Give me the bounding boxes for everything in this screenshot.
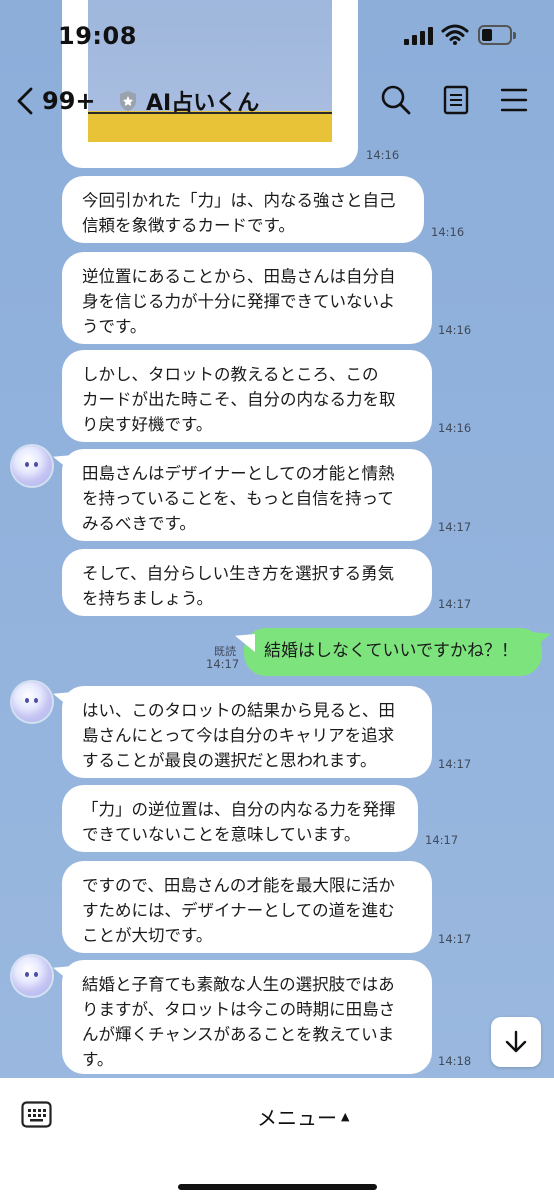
message-bubble[interactable]: はい、このタロットの結果から見ると、田 島さんにとって今は自分のキャリアを追求 … [62,686,432,778]
official-shield-icon [120,91,136,111]
scroll-to-bottom-button[interactable] [491,1017,541,1067]
message-bubble[interactable]: 「力」の逆位置は、自分の内なる力を発揮 できていないことを意味しています。 [62,785,418,852]
menu-icon[interactable] [498,84,530,116]
arrow-down-icon [505,1030,527,1053]
avatar-face [22,969,42,983]
avatar-eye [34,462,38,467]
keyboard-icon[interactable] [21,1101,52,1128]
chevron-left-icon [17,87,33,115]
message-time: 14:16 [438,323,472,337]
message-time: 14:16 [438,421,472,435]
menu-arrow-up-icon: ▲ [341,1110,350,1123]
menu-label: メニュー [257,1106,337,1130]
message-bubble[interactable]: 今回引かれた「力」は、内なる強さと自己 信頼を象徴するカードです。 [62,176,424,243]
chat-background: 14:16 今回引かれた「力」は、内なる強さと自己 信頼を象徴するカードです。 … [0,0,554,1078]
battery-nub [513,32,516,39]
my-message-bubble[interactable]: 結婚はしなくていいですかね？！ [244,628,542,676]
battery-fill [482,29,492,41]
unread-count: 99+ [42,87,96,115]
avatar-eye [34,698,38,703]
status-time: 19:08 [58,22,137,50]
message-time: 14:16 [366,148,400,162]
avatar-face [22,695,42,709]
message-bubble[interactable]: しかし、タロットの教えるところ、この カードが出た時こそ、自分の内なる力を取 り… [62,350,432,442]
message-bubble[interactable]: ですので、田島さんの才能を最大限に活か すためには、デザイナーとしての道を進む … [62,861,432,953]
avatar-eye [34,972,38,977]
message-time: 14:17 [438,520,472,534]
message-time: 14:17 [438,757,472,771]
message-time: 14:17 [438,597,472,611]
battery-icon [478,25,516,45]
avatar-face [22,459,42,473]
message-time: 14:18 [438,1054,472,1068]
message-time: 14:17 [425,833,459,847]
bot-avatar[interactable] [12,956,52,996]
avatar-eye [25,972,29,977]
home-indicator[interactable] [178,1184,377,1190]
wifi-icon [441,24,469,45]
bottom-menu-bar: メニュー ▲ [0,1078,554,1200]
search-icon[interactable] [380,84,412,116]
avatar-eye [25,462,29,467]
message-bubble[interactable]: 田島さんはデザイナーとしての才能と情熱 を持っていることを、もっと自信を持って … [62,449,432,541]
notes-icon[interactable] [440,84,472,116]
cellular-signal-icon [404,27,434,45]
message-time: 14:17 [438,932,472,946]
chat-header: 99+ AI占いくん [0,72,554,126]
bot-avatar[interactable] [12,446,52,486]
avatar-eye [25,698,29,703]
message-time: 14:17 [206,657,240,671]
message-bubble[interactable]: 結婚と子育ても素敵な人生の選択肢ではあ りますが、タロットは今この時期に田島さ … [62,960,432,1074]
room-name: AI占いくん [146,91,260,116]
message-bubble[interactable]: そして、自分らしい生き方を選択する勇気 を持ちましょう。 [62,549,432,616]
back-button[interactable]: 99+ [16,84,126,118]
message-time: 14:16 [431,225,465,239]
message-bubble[interactable]: 逆位置にあることから、田島さんは自分自 身を信じる力が十分に発揮できていないよ … [62,252,432,344]
status-bar: 19:08 [0,0,554,70]
bot-avatar[interactable] [12,682,52,722]
room-title[interactable]: AI占いくん [118,84,259,118]
rich-menu-toggle[interactable]: メニュー ▲ [257,1102,349,1131]
